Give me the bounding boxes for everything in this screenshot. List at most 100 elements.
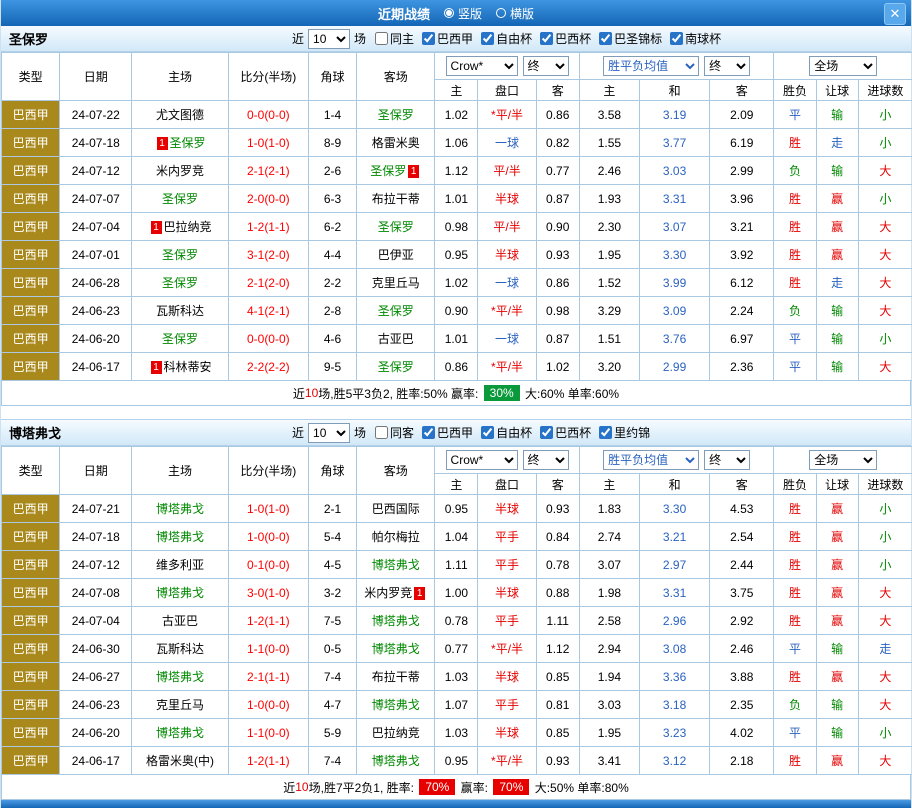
odds-source-select[interactable]: Crow* bbox=[446, 56, 518, 76]
date-cell: 24-06-20 bbox=[60, 719, 132, 747]
league-checkbox[interactable]: 自由杯 bbox=[481, 30, 532, 47]
league-checkbox[interactable]: 巴西杯 bbox=[540, 424, 591, 441]
home-handicap-odds-cell: 0.95 bbox=[435, 241, 478, 269]
league-checkbox-input[interactable] bbox=[481, 426, 494, 439]
handicap-cell: *平/半 bbox=[478, 635, 536, 663]
league-checkbox-input[interactable] bbox=[599, 32, 612, 45]
score-cell: 3-0(1-0) bbox=[228, 579, 308, 607]
league-checkbox-input[interactable] bbox=[540, 426, 553, 439]
draw-odds-cell: 3.30 bbox=[639, 495, 709, 523]
table-row: 巴西甲24-07-07圣保罗2-0(0-0)6-3布拉干蒂1.01半球0.871… bbox=[2, 185, 912, 213]
lose-odds-cell: 2.36 bbox=[710, 353, 774, 381]
team-label: 圣保罗 bbox=[162, 192, 198, 206]
date-cell: 24-07-04 bbox=[60, 607, 132, 635]
lose-odds-cell: 2.09 bbox=[710, 101, 774, 129]
away-handicap-odds-cell: 0.93 bbox=[536, 495, 579, 523]
league-checkbox-label: 自由杯 bbox=[496, 424, 532, 441]
avg-odds-select[interactable]: 胜平负均值 bbox=[603, 450, 699, 470]
score-cell: 1-1(0-0) bbox=[228, 635, 308, 663]
final-select[interactable]: 终 bbox=[704, 56, 750, 76]
league-cell: 巴西甲 bbox=[2, 747, 60, 775]
score-cell: 3-1(2-0) bbox=[228, 241, 308, 269]
league-checkbox[interactable]: 巴西甲 bbox=[422, 30, 473, 47]
same-venue-checkbox[interactable]: 同客 bbox=[375, 424, 414, 441]
goals-result-cell: 大 bbox=[858, 747, 912, 775]
results-table: 类型日期主场比分(半场)角球客场Crow*终胜平负均值终全场主盘口客主和客胜负让… bbox=[1, 52, 912, 381]
full-match-select[interactable]: 全场 bbox=[809, 56, 877, 76]
final-select[interactable]: 终 bbox=[523, 56, 569, 76]
summary-segment: 大:60% 单率:60% bbox=[522, 385, 619, 402]
goals-result-cell: 走 bbox=[858, 635, 912, 663]
league-cell: 巴西甲 bbox=[2, 213, 60, 241]
handicap-cell: 一球 bbox=[478, 325, 536, 353]
league-checkbox-input[interactable] bbox=[670, 32, 683, 45]
win-odds-cell: 1.95 bbox=[579, 241, 639, 269]
home-handicap-odds-cell: 1.00 bbox=[435, 579, 478, 607]
home-team-cell: 博塔弗戈 bbox=[132, 495, 228, 523]
league-checkbox-input[interactable] bbox=[481, 32, 494, 45]
results-table: 类型日期主场比分(半场)角球客场Crow*终胜平负均值终全场主盘口客主和客胜负让… bbox=[1, 446, 912, 775]
score-cell: 2-1(2-0) bbox=[228, 269, 308, 297]
draw-odds-cell: 3.31 bbox=[639, 579, 709, 607]
home-handicap-odds-cell: 0.95 bbox=[435, 495, 478, 523]
handicap-result-cell: 输 bbox=[816, 325, 858, 353]
home-team-cell: 瓦斯科达 bbox=[132, 635, 228, 663]
corner-cell: 3-2 bbox=[308, 579, 356, 607]
handicap-cell: 平手 bbox=[478, 523, 536, 551]
league-cell: 巴西甲 bbox=[2, 269, 60, 297]
league-cell: 巴西甲 bbox=[2, 523, 60, 551]
close-icon[interactable]: ✕ bbox=[884, 3, 906, 25]
goals-result-cell: 大 bbox=[858, 607, 912, 635]
win-odds-cell: 1.52 bbox=[579, 269, 639, 297]
home-handicap-odds-cell: 1.02 bbox=[435, 101, 478, 129]
summary-footer: 近10场,胜7平2负1, 胜率: 70% 赢率: 70% 大:50% 单率:80… bbox=[1, 775, 911, 800]
match-count-select[interactable]: 10 bbox=[308, 423, 350, 443]
sub-col-header: 客 bbox=[536, 474, 579, 495]
layout-radio-vertical[interactable]: 竖版 bbox=[444, 5, 482, 22]
league-checkbox[interactable]: 里约锦 bbox=[599, 424, 650, 441]
result-cell: 胜 bbox=[774, 747, 816, 775]
league-checkbox-label: 里约锦 bbox=[614, 424, 650, 441]
avg-odds-header: 胜平负均值终 bbox=[579, 447, 774, 474]
league-cell: 巴西甲 bbox=[2, 101, 60, 129]
league-checkbox[interactable]: 巴西杯 bbox=[540, 30, 591, 47]
away-team-cell: 帕尔梅拉 bbox=[357, 523, 435, 551]
window-title: 近期战绩 bbox=[378, 4, 430, 23]
sub-col-header: 盘口 bbox=[478, 474, 536, 495]
handicap-result-cell: 赢 bbox=[816, 747, 858, 775]
corner-cell: 2-1 bbox=[308, 495, 356, 523]
league-checkbox-input[interactable] bbox=[422, 426, 435, 439]
league-checkbox[interactable]: 南球杯 bbox=[670, 30, 721, 47]
same-venue-checkbox-input[interactable] bbox=[375, 32, 388, 45]
final-select[interactable]: 终 bbox=[704, 450, 750, 470]
same-venue-checkbox-input[interactable] bbox=[375, 426, 388, 439]
final-select[interactable]: 终 bbox=[523, 450, 569, 470]
draw-odds-cell: 3.77 bbox=[639, 129, 709, 157]
avg-odds-select[interactable]: 胜平负均值 bbox=[603, 56, 699, 76]
full-match-select[interactable]: 全场 bbox=[809, 450, 877, 470]
league-checkbox[interactable]: 巴圣锦标 bbox=[599, 30, 662, 47]
league-checkbox-input[interactable] bbox=[422, 32, 435, 45]
table-row: 巴西甲24-06-20博塔弗戈1-1(0-0)5-9巴拉纳竞1.03半球0.85… bbox=[2, 719, 912, 747]
date-cell: 24-07-01 bbox=[60, 241, 132, 269]
goals-result-cell: 大 bbox=[858, 353, 912, 381]
layout-radio-horizontal[interactable]: 横版 bbox=[496, 5, 534, 22]
league-checkbox[interactable]: 巴西甲 bbox=[422, 424, 473, 441]
away-handicap-odds-cell: 0.82 bbox=[536, 129, 579, 157]
score-cell: 1-1(0-0) bbox=[228, 719, 308, 747]
table-row: 巴西甲24-06-30瓦斯科达1-1(0-0)0-5博塔弗戈0.77*平/半1.… bbox=[2, 635, 912, 663]
odds-source-select[interactable]: Crow* bbox=[446, 450, 518, 470]
team-label: 巴拉纳竞 bbox=[372, 726, 420, 740]
league-checkbox[interactable]: 自由杯 bbox=[481, 424, 532, 441]
same-venue-checkbox[interactable]: 同主 bbox=[375, 30, 414, 47]
match-count-select[interactable]: 10 bbox=[308, 29, 350, 49]
team-label: 圣保罗 bbox=[162, 276, 198, 290]
corner-cell: 1-4 bbox=[308, 101, 356, 129]
league-checkbox-input[interactable] bbox=[540, 32, 553, 45]
team-label: 博塔弗戈 bbox=[156, 726, 204, 740]
goals-result-cell: 大 bbox=[858, 691, 912, 719]
sub-col-header: 和 bbox=[639, 474, 709, 495]
home-team-cell: 1巴拉纳竞 bbox=[132, 213, 228, 241]
league-checkbox-input[interactable] bbox=[599, 426, 612, 439]
league-checkbox-label: 巴西甲 bbox=[437, 30, 473, 47]
